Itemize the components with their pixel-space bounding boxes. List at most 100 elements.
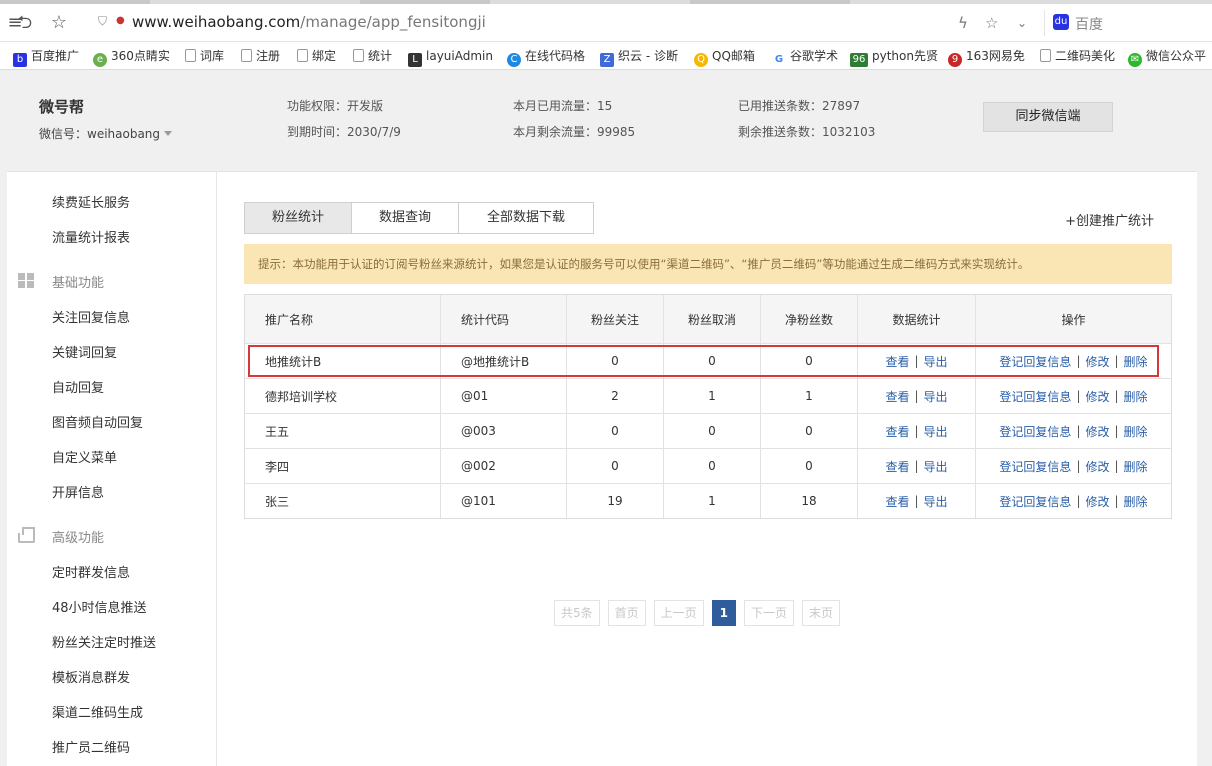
register-reply-link[interactable]: 登记回复信息 [999,458,1071,475]
edit-link[interactable]: 修改 [1085,388,1109,405]
sidebar-item-follow-reply[interactable]: 关注回复信息 [52,307,130,326]
export-link[interactable]: 导出 [924,458,948,475]
url-path: /manage/app_fensitongji [300,13,486,31]
bookmark-item[interactable]: G 谷歌学术 [772,47,838,67]
address-bar: ≡ ⮌ ☆ ⛉ ● www.weihaobang.com/manage/app_… [0,4,1212,42]
sidebar-item-template-broadcast[interactable]: 模板消息群发 [52,667,130,686]
delete-link[interactable]: 删除 [1124,423,1148,440]
bookmark-star-icon[interactable]: ☆ [985,14,998,32]
wechat-id: 微信号：weihaobang [39,127,161,141]
pager-first[interactable]: 首页 [607,600,646,626]
bookmark-item[interactable]: 二维码美化 [1040,47,1115,65]
sidebar-item-scheduled-broadcast[interactable]: 定时群发信息 [52,562,130,581]
pagination: 共5条 首页 上一页 1 下一页 末页 [554,600,841,626]
bookmark-item[interactable]: Q QQ邮箱 [694,47,755,67]
sidebar-item-keyword-reply[interactable]: 关键词回复 [52,342,117,361]
cell-net: 0 [760,449,857,483]
pager-last[interactable]: 末页 [802,600,841,626]
delete-link[interactable]: 删除 [1124,458,1148,475]
back-icon[interactable]: ⮌ [14,12,36,34]
sidebar-item-traffic-report[interactable]: 流量统计报表 [52,227,130,246]
delete-link[interactable]: 删除 [1124,388,1148,405]
bookmark-item[interactable]: b 百度推广 [13,47,79,67]
zhiyun-icon: Z [600,53,614,67]
url-field[interactable]: ⛉ ● www.weihaobang.com/manage/app_fensit… [92,10,1042,36]
bookmark-item[interactable]: 96 python先贤 [850,47,938,67]
export-link[interactable]: 导出 [924,423,948,440]
sidebar-item-promoter-qrcode[interactable]: 推广员二维码 [52,737,130,756]
bookmark-item[interactable]: 注册 [241,47,280,65]
create-promotion-link[interactable]: +创建推广统计 [1065,210,1154,229]
view-link[interactable]: 查看 [885,423,909,440]
cell-actions: 登记回复信息 | 修改 | 删除 [975,379,1171,413]
pager-total: 共5条 [554,600,600,626]
sidebar-item-splash-info[interactable]: 开屏信息 [52,482,104,501]
col-header-name: 推广名称 [265,312,314,327]
chevron-down-icon[interactable]: ⌄ [1017,16,1027,30]
sidebar-item-channel-qrcode[interactable]: 渠道二维码生成 [52,702,143,721]
sync-wechat-button[interactable]: 同步微信端 [983,102,1113,132]
edit-link[interactable]: 修改 [1085,458,1109,475]
tab-download-all[interactable]: 全部数据下载 [459,203,593,233]
file-icon [297,49,308,62]
sidebar-item-renew[interactable]: 续费延长服务 [52,192,130,211]
table-row: 王五 @003 0 0 0 查看 | 导出 登记回复信息 | 修改 | 删除 [245,413,1171,448]
bookmark-item[interactable]: ✉ 微信公众平 [1128,47,1206,67]
cell-follow: 2 [566,379,663,413]
cell-code: @101 [440,484,566,518]
register-reply-link[interactable]: 登记回复信息 [999,388,1071,405]
sidebar-item-media-auto-reply[interactable]: 图音频自动回复 [52,412,143,431]
pager-prev[interactable]: 上一页 [653,600,704,626]
permission-info: 功能权限：开发版 [287,99,384,113]
delete-link[interactable]: 删除 [1124,493,1148,510]
register-reply-link[interactable]: 登记回复信息 [999,493,1071,510]
register-reply-link[interactable]: 登记回复信息 [999,423,1071,440]
file-icon [1040,49,1051,62]
edit-link[interactable]: 修改 [1085,493,1109,510]
pager-current[interactable]: 1 [711,600,737,626]
separator: | [1076,424,1081,438]
search-engine-box[interactable]: du 百度 [1044,10,1212,36]
bookmark-item[interactable]: Z 织云 - 诊断 [600,47,678,67]
file-icon [241,49,252,62]
sidebar-item-auto-reply[interactable]: 自动回复 [52,377,104,396]
lightning-icon[interactable]: ϟ [958,14,968,32]
highlight-box [248,345,1159,377]
bookmarks-bar: b 百度推广 e 360点睛实 词库 注册 绑定 统计 LlayuiAdmin C在… [0,42,1212,70]
file-icon [353,49,364,62]
qq-mail-icon: Q [694,53,708,67]
sidebar-group-basic: 基础功能 [52,276,105,291]
col-header-stats: 数据统计 [857,295,975,343]
sidebar-item-custom-menu[interactable]: 自定义菜单 [52,447,117,466]
bookmark-item[interactable]: 统计 [353,47,392,65]
bookmark-item[interactable]: e 360点睛实 [93,47,170,67]
cell-cancel: 1 [663,379,760,413]
tab-data-query[interactable]: 数据查询 [352,203,459,233]
expire-info: 到期时间：2030/7/9 [287,125,401,139]
account-switcher[interactable]: 微信号：weihaobang [39,125,173,142]
cell-cancel: 0 [663,414,760,448]
view-link[interactable]: 查看 [885,388,909,405]
export-link[interactable]: 导出 [924,493,948,510]
view-link[interactable]: 查看 [885,493,909,510]
star-icon[interactable]: ☆ [48,12,70,34]
bookmark-item[interactable]: 绑定 [297,47,336,65]
sidebar-item-48h-push[interactable]: 48小时信息推送 [52,597,147,616]
view-link[interactable]: 查看 [885,458,909,475]
bookmark-item[interactable]: 词库 [185,47,224,65]
bookmark-item[interactable]: LlayuiAdmin [408,47,493,67]
pager-next[interactable]: 下一页 [744,600,795,626]
edit-link[interactable]: 修改 [1085,423,1109,440]
bookmark-item[interactable]: C 在线代码格 [507,47,585,67]
bookmark-item[interactable]: 9 163网易免 [948,47,1025,67]
cell-actions: 登记回复信息 | 修改 | 删除 [975,414,1171,448]
tab-bar: 粉丝统计 数据查询 全部数据下载 [244,202,594,234]
cell-code: @002 [440,449,566,483]
export-link[interactable]: 导出 [924,388,948,405]
sidebar-item-follow-scheduled-push[interactable]: 粉丝关注定时推送 [52,632,156,651]
tip-banner: 提示：本功能用于认证的订阅号粉丝来源统计，如果您是认证的服务号可以使用“渠道二维… [244,244,1172,284]
main-content: 粉丝统计 数据查询 全部数据下载 +创建推广统计 提示：本功能用于认证的订阅号粉… [244,172,1179,766]
grid-icon [18,273,35,288]
tab-fans-stats[interactable]: 粉丝统计 [245,203,352,233]
table-row: 张三 @101 19 1 18 查看 | 导出 登记回复信息 | 修改 | 删除 [245,483,1171,518]
